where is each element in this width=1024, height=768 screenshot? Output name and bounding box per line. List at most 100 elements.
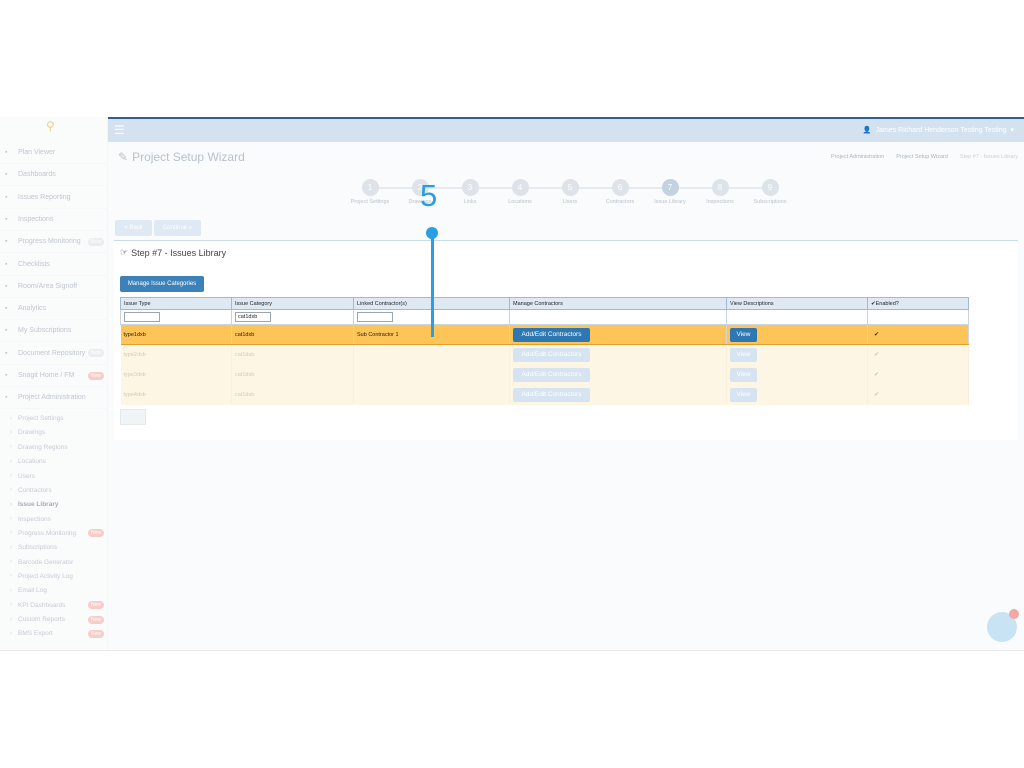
chevron-right-icon: ›: [10, 415, 12, 422]
cell-issue-category: cat1dxb: [231, 324, 354, 345]
enabled-checkbox[interactable]: ✔: [871, 332, 879, 338]
pin-icon: ▪: [5, 193, 8, 201]
wizard-step[interactable]: 9 Subscriptions: [740, 179, 800, 205]
sidebar-subitem[interactable]: › Issue Library: [0, 498, 108, 512]
annotation-line: [431, 233, 434, 337]
breadcrumb-item-admin[interactable]: Project Administration: [831, 154, 884, 160]
view-descriptions-button[interactable]: View: [730, 367, 757, 382]
sidebar-subitem[interactable]: › Custom Reports New: [0, 613, 108, 627]
sidebar-subitem[interactable]: › Email Log: [0, 584, 108, 598]
sidebar-item[interactable]: ▪ Dashboards: [0, 164, 108, 187]
top-bar: ☰ 👤 James Richard Henderson Testing Test…: [108, 117, 1024, 142]
sidebar-item[interactable]: ▪ Project Administration: [0, 387, 108, 410]
add-edit-contractors-button[interactable]: Add/Edit Contractors: [513, 347, 590, 362]
issues-library-panel: ☞ Step #7 - Issues Library Manage Issue …: [114, 240, 1018, 440]
col-manage-contractors[interactable]: Manage Contractors: [509, 297, 727, 310]
wizard-step-number: 8: [711, 179, 729, 196]
sidebar-item[interactable]: ▪ Issues Reporting: [0, 187, 108, 209]
wizard-steps: 1 Project Settings 2 Drawings 3 Links 4 Locatio…: [340, 179, 790, 211]
sidebar-subitem-label: BMS Export: [18, 630, 53, 638]
table-row[interactable]: type4dxb cat1dxb Add/Edit Contractors View ✔: [120, 384, 969, 405]
col-issue-type[interactable]: Issue Type: [120, 297, 232, 310]
linked-contractor-filter-input[interactable]: [357, 312, 393, 322]
sidebar-item[interactable]: ▪ Inspections: [0, 209, 108, 231]
sidebar-badge: New: [87, 601, 104, 610]
sidebar-subitem[interactable]: › Progress Monitoring New: [0, 526, 108, 540]
sidebar-subitem[interactable]: › Drawings: [0, 426, 108, 440]
manage-issue-categories-button[interactable]: Manage Issue Categories: [120, 276, 204, 292]
cell-issue-type: type1dxb: [120, 324, 232, 345]
sidebar-item-label: Project Administration: [18, 394, 86, 402]
table-row[interactable]: type1dxb cat1dxb Sub Contractor 1 Add/Edit …: [120, 324, 969, 345]
sidebar-subitem-label: Issue Library: [18, 501, 59, 509]
sidebar-subitem-label: KPI Dashboards: [18, 601, 66, 609]
view-descriptions-button[interactable]: View: [730, 347, 757, 362]
sidebar-subitem[interactable]: › BMS Export New: [0, 627, 108, 641]
pagination[interactable]: [120, 409, 146, 425]
table-header-row: Issue Type Issue Category Linked Contrac…: [120, 297, 969, 310]
sidebar-badge: New: [87, 529, 104, 538]
sidebar-item[interactable]: ▪ Snagit Home / FM New: [0, 365, 108, 387]
table-row[interactable]: type3dxb cat1dxb Add/Edit Contractors View ✔: [120, 364, 969, 385]
sidebar-subitem[interactable]: › Project Settings: [0, 412, 108, 426]
sidebar-subitem[interactable]: › Contractors: [0, 483, 108, 497]
sidebar-subitem[interactable]: › Drawing Regions: [0, 440, 108, 454]
sidebar-subitem-label: Drawing Regions: [18, 443, 68, 451]
sidebar-badge: Beta: [87, 237, 104, 246]
back-button[interactable]: « Back: [115, 220, 152, 236]
table-row[interactable]: type2dxb cat1dxb Add/Edit Contractors View ✔: [120, 344, 969, 365]
check-icon: ▪: [5, 260, 8, 268]
col-enabled[interactable]: ✔Enabled?: [867, 297, 969, 310]
sidebar-subitem[interactable]: › Inspections: [0, 512, 108, 526]
breadcrumb-item-current: Step #7 - Issues Library: [959, 154, 1018, 160]
issue-type-filter-input[interactable]: [124, 312, 160, 322]
sidebar-item[interactable]: ▪ Checklists: [0, 254, 108, 276]
sidebar-item[interactable]: ▪ Document Repository Beta: [0, 343, 108, 365]
sidebar-item[interactable]: ▪ Progress Monitoring Beta: [0, 231, 108, 254]
sidebar-item[interactable]: ▪ Analytics: [0, 298, 108, 321]
sidebar-subitem-label: Locations: [18, 458, 46, 466]
breadcrumb-item-wizard[interactable]: Project Setup Wizard: [896, 154, 948, 160]
col-view-descriptions[interactable]: View Descriptions: [726, 297, 868, 310]
enabled-checkbox[interactable]: ✔: [871, 352, 879, 358]
add-edit-contractors-button[interactable]: Add/Edit Contractors: [513, 367, 590, 382]
pencil-icon: ✎: [118, 150, 129, 164]
sidebar-item-label: Snagit Home / FM: [18, 372, 75, 379]
view-descriptions-button[interactable]: View: [730, 327, 757, 342]
chevron-right-icon: ›: [10, 630, 12, 637]
add-edit-contractors-button[interactable]: Add/Edit Contractors: [513, 327, 590, 342]
col-issue-category[interactable]: Issue Category: [231, 297, 354, 310]
sidebar-item-label: My Subscriptions: [18, 327, 72, 335]
sidebar-item[interactable]: ▪ Room/Area Signoff: [0, 276, 108, 298]
sidebar-subitem-label: Inspections: [18, 515, 51, 523]
wizard-step-number: 4: [511, 179, 529, 196]
sidebar-subitem[interactable]: › Project Activity Log: [0, 569, 108, 583]
user-name: James Richard Henderson Testing Testing: [875, 126, 1007, 134]
enabled-checkbox[interactable]: ✔: [871, 392, 879, 398]
sidebar-item[interactable]: ▪ My Subscriptions: [0, 320, 108, 343]
sidebar-item-label: Analytics: [18, 305, 47, 313]
sidebar-subitem-label: Drawings: [18, 429, 46, 437]
view-descriptions-button[interactable]: View: [730, 387, 757, 402]
plan-icon: ▪: [5, 149, 8, 156]
caret-down-icon: ▾: [1010, 127, 1014, 134]
cell-issue-type: type2dxb: [120, 344, 232, 365]
sidebar-subitem[interactable]: › KPI Dashboards New: [0, 598, 108, 612]
continue-button[interactable]: Continue »: [154, 220, 201, 236]
hamburger-icon[interactable]: ☰: [114, 124, 126, 136]
chevron-right-icon: ›: [10, 544, 12, 551]
sidebar-item-label: Dashboards: [18, 171, 56, 179]
user-menu[interactable]: 👤 James Richard Henderson Testing Testin…: [863, 126, 1014, 135]
sidebar-subitem[interactable]: › Barcode Generator: [0, 555, 108, 569]
filter-row: cat1dxb: [120, 309, 969, 325]
sidebar-subitem[interactable]: › Users: [0, 469, 108, 483]
chevron-right-icon: ›: [10, 573, 12, 580]
cell-linked-contractors: [353, 344, 510, 365]
enabled-checkbox[interactable]: ✔: [871, 372, 879, 378]
cell-issue-category: cat1dxb: [231, 344, 354, 365]
sidebar-subitem[interactable]: › Locations: [0, 455, 108, 469]
sidebar-item[interactable]: ▪ Plan Viewer: [0, 142, 108, 164]
sidebar-subitem[interactable]: › Subscriptions: [0, 541, 108, 555]
add-edit-contractors-button[interactable]: Add/Edit Contractors: [513, 387, 590, 402]
issue-category-filter-input[interactable]: cat1dxb: [235, 312, 271, 322]
